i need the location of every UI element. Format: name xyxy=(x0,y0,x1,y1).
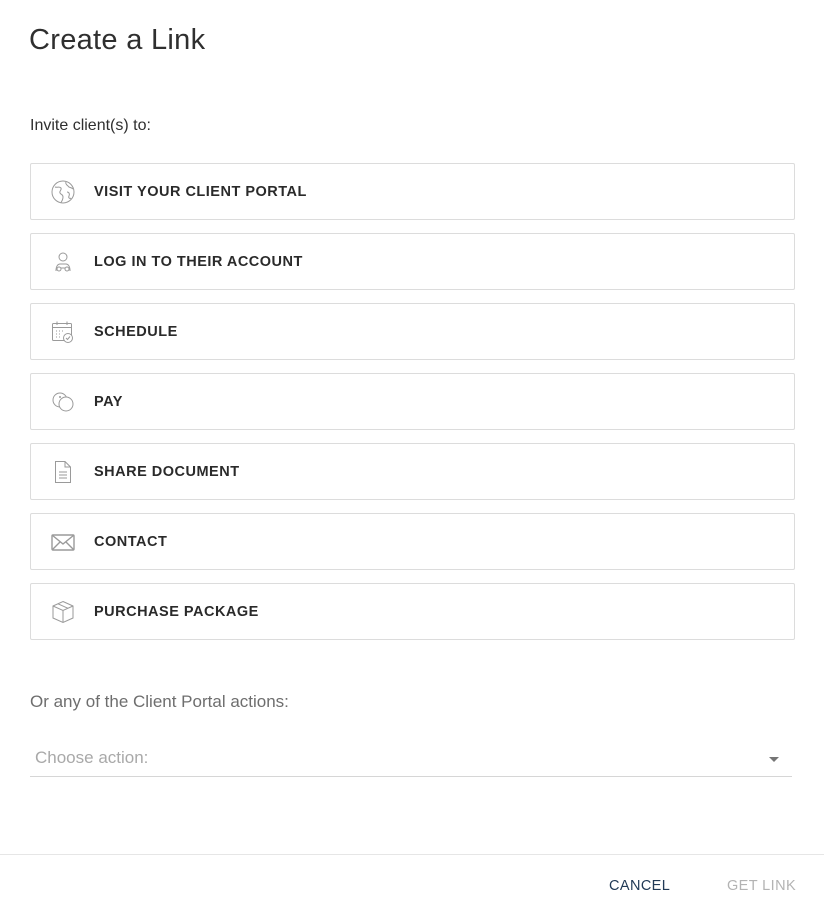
invite-options-list: VISIT YOUR CLIENT PORTAL LOG IN TO THEIR… xyxy=(30,163,795,653)
cancel-button[interactable]: CANCEL xyxy=(609,878,670,894)
option-label: PURCHASE PACKAGE xyxy=(94,603,259,620)
option-visit-client-portal[interactable]: VISIT YOUR CLIENT PORTAL xyxy=(30,163,795,220)
option-contact[interactable]: CONTACT xyxy=(30,513,795,570)
globe-icon xyxy=(50,179,76,205)
dialog-title: Create a Link xyxy=(29,24,206,56)
option-label: CONTACT xyxy=(94,533,168,550)
invite-subtitle: Invite client(s) to: xyxy=(30,117,151,134)
option-label: LOG IN TO THEIR ACCOUNT xyxy=(94,253,303,270)
document-icon xyxy=(50,459,76,485)
package-box-icon xyxy=(50,599,76,625)
coins-icon xyxy=(50,389,76,415)
dropdown-caret-icon xyxy=(769,757,779,762)
get-link-button[interactable]: GET LINK xyxy=(727,878,796,894)
portal-actions-label: Or any of the Client Portal actions: xyxy=(30,692,289,711)
create-link-dialog: Create a Link Invite client(s) to: VISIT… xyxy=(0,0,824,913)
option-schedule[interactable]: SCHEDULE xyxy=(30,303,795,360)
option-share-document[interactable]: SHARE DOCUMENT xyxy=(30,443,795,500)
envelope-icon xyxy=(50,529,76,555)
option-label: SHARE DOCUMENT xyxy=(94,463,240,480)
option-label: SCHEDULE xyxy=(94,323,178,340)
user-icon xyxy=(50,249,76,275)
option-purchase-package[interactable]: PURCHASE PACKAGE xyxy=(30,583,795,640)
option-label: VISIT YOUR CLIENT PORTAL xyxy=(94,183,307,200)
option-pay[interactable]: PAY xyxy=(30,373,795,430)
option-log-in-account[interactable]: LOG IN TO THEIR ACCOUNT xyxy=(30,233,795,290)
option-label: PAY xyxy=(94,393,123,410)
calendar-check-icon xyxy=(50,319,76,345)
choose-action-placeholder: Choose action: xyxy=(35,748,149,767)
choose-action-select[interactable]: Choose action: xyxy=(30,744,792,777)
footer-divider xyxy=(0,854,824,855)
